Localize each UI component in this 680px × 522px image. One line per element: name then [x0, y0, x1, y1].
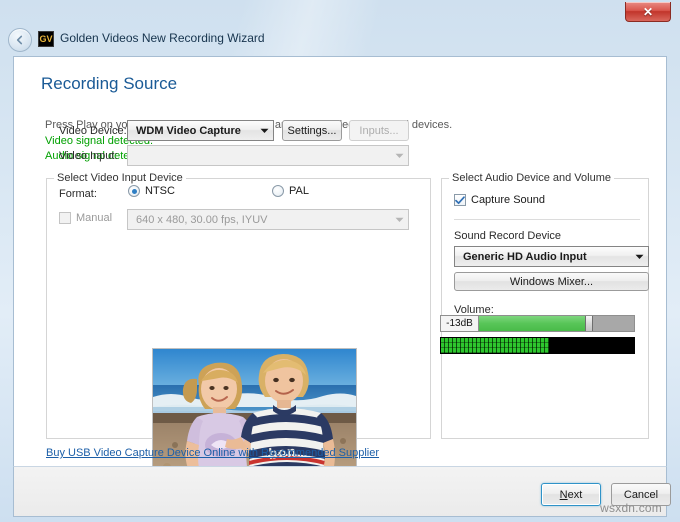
- audio-device-groupbox-legend: Select Audio Device and Volume: [449, 172, 614, 184]
- video-settings-button[interactable]: Settings...: [282, 120, 342, 141]
- chevron-down-icon: [631, 254, 648, 260]
- format-radio-ntsc-label: NTSC: [145, 185, 175, 197]
- next-button-label: Next: [560, 489, 583, 501]
- radio-indicator-ntsc: [128, 185, 140, 197]
- watermark: wsxdn.com: [600, 501, 662, 515]
- sound-record-device-label: Sound Record Device: [454, 230, 561, 242]
- volume-slider-fill: [479, 316, 585, 331]
- wizard-window: GV Golden Videos New Recording Wizard ✕ …: [0, 0, 680, 522]
- chevron-down-icon: [391, 153, 408, 159]
- format-radio-pal-label: PAL: [289, 185, 309, 197]
- video-input-label: Video Input:: [59, 150, 118, 162]
- buy-capture-device-link[interactable]: Buy USB Video Capture Device Online with…: [46, 447, 379, 459]
- video-device-combo[interactable]: WDM Video Capture: [127, 120, 274, 141]
- app-icon-label: GV: [39, 35, 52, 44]
- page-title: Recording Source: [41, 74, 177, 94]
- title-bar: GV Golden Videos New Recording Wizard ✕: [0, 0, 680, 56]
- capture-sound-checkbox[interactable]: Capture Sound: [454, 194, 545, 206]
- windows-mixer-button[interactable]: Windows Mixer...: [454, 272, 649, 291]
- radio-indicator-pal: [272, 185, 284, 197]
- format-radio-ntsc[interactable]: NTSC: [128, 185, 175, 197]
- back-button[interactable]: [8, 28, 32, 52]
- next-button[interactable]: Next: [541, 483, 601, 506]
- next-accel-letter: N: [560, 489, 568, 501]
- back-arrow-icon: [15, 35, 25, 45]
- close-button[interactable]: ✕: [625, 2, 671, 22]
- next-button-rest: ext: [568, 489, 583, 501]
- format-label: Format:: [59, 188, 97, 200]
- video-inputs-button: Inputs...: [349, 120, 409, 141]
- audio-level-meter: [440, 337, 635, 354]
- chevron-down-icon: [256, 128, 273, 134]
- format-radio-pal[interactable]: PAL: [272, 185, 309, 197]
- app-icon: GV: [38, 31, 54, 47]
- resolution-combo: 640 x 480, 30.00 fps, IYUV: [127, 209, 409, 230]
- footer-bar: Next Cancel wsxdn.com: [13, 466, 667, 517]
- manual-checkbox-indicator: [59, 212, 71, 224]
- manual-checkbox[interactable]: Manual: [59, 212, 112, 224]
- audio-divider: [454, 219, 640, 220]
- capture-sound-checkbox-label: Capture Sound: [471, 194, 545, 206]
- sound-record-device-combo[interactable]: Generic HD Audio Input: [454, 246, 649, 267]
- volume-slider[interactable]: -13dB: [440, 315, 635, 332]
- sound-record-device-combo-value: Generic HD Audio Input: [455, 251, 631, 263]
- volume-readout: -13dB: [441, 316, 479, 331]
- checkmark-icon: [455, 196, 465, 205]
- video-input-combo: [127, 145, 409, 166]
- audio-level-meter-fill: [441, 338, 549, 353]
- volume-slider-track[interactable]: [593, 316, 634, 331]
- video-input-groupbox-legend: Select Video Input Device: [54, 172, 186, 184]
- close-icon: ✕: [643, 6, 653, 18]
- resolution-combo-value: 640 x 480, 30.00 fps, IYUV: [128, 214, 391, 226]
- chevron-down-icon: [391, 217, 408, 223]
- volume-slider-thumb[interactable]: [585, 316, 593, 331]
- manual-checkbox-label: Manual: [76, 212, 112, 224]
- content-area: Recording Source Press Play on your VCR,…: [13, 56, 667, 466]
- video-device-combo-value: WDM Video Capture: [128, 125, 256, 137]
- window-title: Golden Videos New Recording Wizard: [60, 31, 265, 45]
- capture-sound-checkbox-indicator: [454, 194, 466, 206]
- video-device-label: Video Device:: [59, 125, 127, 137]
